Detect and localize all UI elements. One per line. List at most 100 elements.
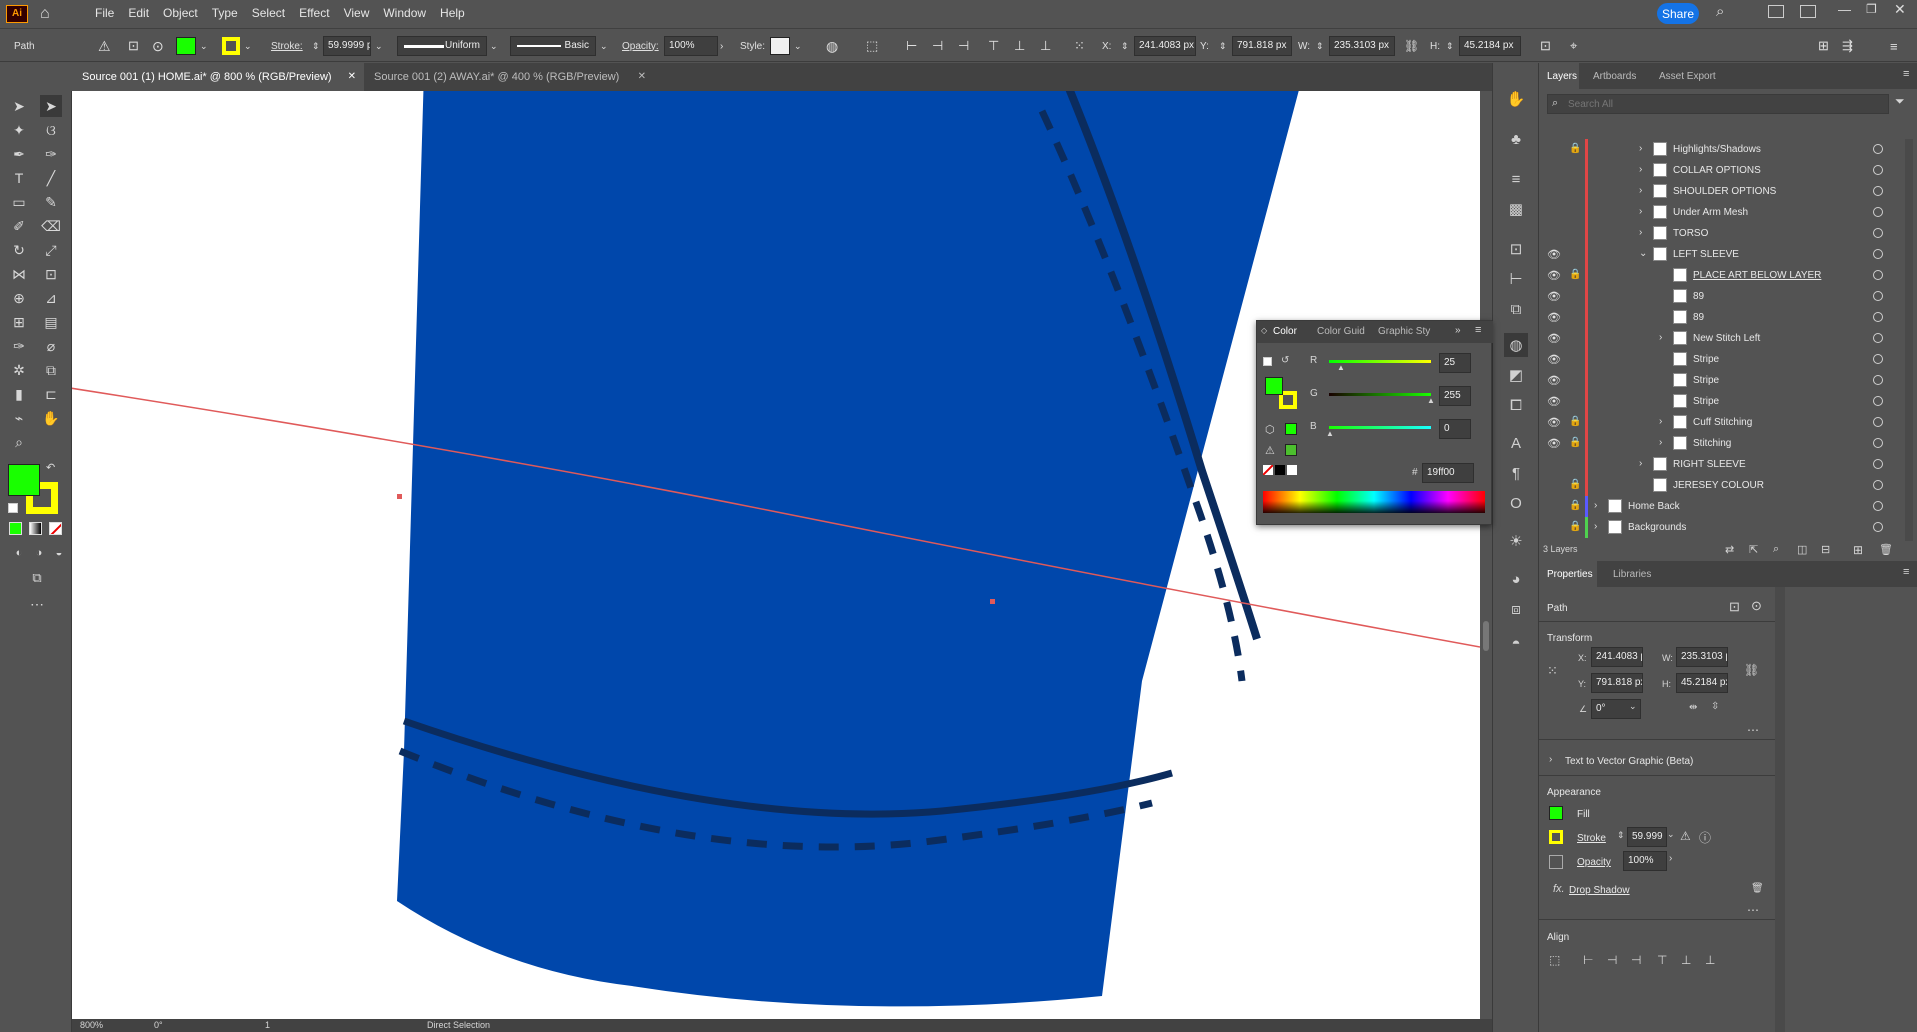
layer-row[interactable]: › RIGHT SLEEVE: [1539, 454, 1917, 475]
close-tab-icon[interactable]: ✕: [638, 63, 646, 91]
tab-color-guide[interactable]: Color Guid: [1317, 326, 1365, 337]
free-transform-tool-icon[interactable]: ⊡: [40, 263, 62, 285]
variable-width-select[interactable]: Uniform: [397, 36, 487, 56]
opacity-field[interactable]: 100%: [664, 36, 718, 56]
zoom-tool-icon[interactable]: ⌕: [8, 431, 30, 453]
eyedropper-tool-icon[interactable]: ✑: [8, 335, 30, 357]
zoom-level[interactable]: 800%: [80, 1020, 103, 1030]
more-tools-icon[interactable]: ⋯: [26, 593, 48, 615]
menu-file[interactable]: File: [88, 0, 121, 27]
blend-tool-icon[interactable]: ⌀: [40, 335, 62, 357]
ctrl-y-field[interactable]: 791.818 px: [1232, 36, 1292, 56]
white-swatch[interactable]: [1287, 465, 1297, 475]
align-left-icon[interactable]: ⊢: [906, 29, 917, 63]
align-to-icon[interactable]: ⬚: [1549, 953, 1560, 967]
stroke-label[interactable]: Stroke:: [271, 29, 303, 63]
stroke-label[interactable]: Stroke: [1577, 833, 1606, 844]
symbols-icon[interactable]: ♣: [1504, 127, 1528, 151]
graphic-styles-icon[interactable]: ⧠: [1504, 393, 1528, 417]
locate-object-icon[interactable]: ⌕: [1773, 543, 1779, 556]
tab-away-doc[interactable]: Source 001 (2) AWAY.ai* @ 400 % (RGB/Pre…: [364, 63, 654, 91]
menu-object[interactable]: Object: [156, 0, 205, 27]
workspace-icon[interactable]: [1800, 5, 1816, 18]
eye-icon[interactable]: 👁: [1547, 248, 1561, 261]
layers-scrollbar[interactable]: [1905, 139, 1913, 541]
fill-dropdown-icon[interactable]: ⌄: [200, 29, 208, 63]
appearance-stroke-swatch[interactable]: [1549, 830, 1563, 844]
layer-row[interactable]: 👁 › New Stitch Left: [1539, 328, 1917, 349]
eye-icon[interactable]: 👁: [1547, 311, 1561, 324]
vertical-scrollbar[interactable]: [1480, 91, 1492, 1019]
chevron-right-icon[interactable]: ›: [1639, 185, 1642, 196]
layer-row[interactable]: 👁 89: [1539, 307, 1917, 328]
symbol-sprayer-tool-icon[interactable]: ✲: [8, 359, 30, 381]
profile-dropdown-icon[interactable]: ⌄: [490, 29, 498, 63]
opentype-icon[interactable]: O: [1504, 491, 1528, 515]
g-slider[interactable]: [1329, 393, 1431, 396]
appearance-icon[interactable]: ◕: [1504, 567, 1528, 591]
panel-menu-icon[interactable]: ≡: [1903, 566, 1909, 578]
perspective-grid-tool-icon[interactable]: ⊿: [40, 287, 62, 309]
chevron-right-icon[interactable]: ›: [1659, 437, 1662, 448]
recolor-icon[interactable]: ◍: [826, 29, 838, 63]
tab-artboards[interactable]: Artboards: [1593, 71, 1636, 82]
target-icon[interactable]: [1873, 417, 1883, 427]
target-icon[interactable]: [1873, 522, 1883, 532]
scroll-thumb[interactable]: [1483, 621, 1489, 651]
prop-h-field[interactable]: 45.2184 px: [1676, 673, 1728, 693]
info-icon[interactable]: ⓘ: [1699, 829, 1711, 846]
close-icon[interactable]: ✕: [1894, 1, 1906, 18]
chevron-right-icon[interactable]: ›: [1594, 500, 1597, 511]
chevron-right-icon[interactable]: ›: [1639, 458, 1642, 469]
stroke-dropdown-icon[interactable]: ⌄: [244, 29, 252, 63]
g-slider-handle-icon[interactable]: ▲: [1427, 396, 1435, 405]
none-mode-icon[interactable]: [49, 522, 62, 535]
target-icon[interactable]: [1873, 501, 1883, 511]
anchor-point[interactable]: [397, 494, 402, 499]
align-middle-icon[interactable]: ⊥: [1014, 29, 1025, 63]
stroke-weight-field[interactable]: 59.9999 p: [323, 36, 371, 56]
rotation-value[interactable]: 0°: [154, 1020, 163, 1030]
chevron-right-icon[interactable]: ›: [1549, 754, 1552, 765]
stroke-stepper-icon[interactable]: ⇕: [1617, 830, 1625, 841]
anchor-icon[interactable]: ⊙: [1751, 598, 1762, 614]
menu-window[interactable]: Window: [376, 0, 433, 27]
stroke-dropdown-icon[interactable]: ⌄: [1667, 829, 1675, 840]
mesh-tool-icon[interactable]: ⊞: [8, 311, 30, 333]
chevron-right-icon[interactable]: ›: [1639, 227, 1642, 238]
chevron-right-icon[interactable]: ›: [1594, 521, 1597, 532]
gradient-mode-icon[interactable]: [29, 522, 42, 535]
lock-icon[interactable]: 🔒: [1569, 269, 1581, 280]
width-tool-icon[interactable]: ⋈: [8, 263, 30, 285]
eye-icon[interactable]: 👁: [1547, 332, 1561, 345]
black-swatch[interactable]: [1275, 465, 1285, 475]
align-right-icon[interactable]: ⊣: [958, 29, 969, 63]
align-center-icon[interactable]: ⊣: [1607, 953, 1617, 967]
curvature-tool-icon[interactable]: ✑: [40, 143, 62, 165]
layer-row[interactable]: › COLLAR OPTIONS: [1539, 160, 1917, 181]
ctrl-w-field[interactable]: 235.3103 px: [1329, 36, 1395, 56]
fill-color-box[interactable]: [8, 464, 40, 496]
target-icon[interactable]: [1873, 228, 1883, 238]
align-top-icon[interactable]: ⊤: [988, 29, 999, 63]
prop-w-field[interactable]: 235.3103 p: [1676, 647, 1728, 667]
transform-panel-icon[interactable]: ⊡: [1504, 237, 1528, 261]
opacity-label[interactable]: Opacity:: [622, 29, 659, 63]
target-icon[interactable]: [1873, 438, 1883, 448]
text-to-vector-link[interactable]: Text to Vector Graphic (Beta): [1565, 756, 1693, 767]
flip-horizontal-icon[interactable]: ⇹: [1689, 702, 1697, 713]
paintbrush-tool-icon[interactable]: ✎: [40, 191, 62, 213]
layer-row[interactable]: 👁 🔒 › Stitching: [1539, 433, 1917, 454]
constrain-proportions-icon[interactable]: ⛓: [1404, 29, 1419, 63]
share-button[interactable]: Share: [1657, 3, 1699, 24]
target-icon[interactable]: [1873, 396, 1883, 406]
eye-icon[interactable]: 👁: [1547, 395, 1561, 408]
eye-icon[interactable]: 👁: [1547, 290, 1561, 303]
reference-point-icon[interactable]: ⁙: [1547, 663, 1558, 679]
lasso-tool-icon[interactable]: ଓ: [40, 119, 62, 141]
angle-dropdown-icon[interactable]: ⌄: [1629, 701, 1637, 712]
target-icon[interactable]: [1873, 186, 1883, 196]
h-stepper-icon[interactable]: ⇕: [1446, 29, 1454, 63]
layers-search-input[interactable]: [1568, 97, 1868, 111]
menu-edit[interactable]: Edit: [121, 0, 156, 27]
